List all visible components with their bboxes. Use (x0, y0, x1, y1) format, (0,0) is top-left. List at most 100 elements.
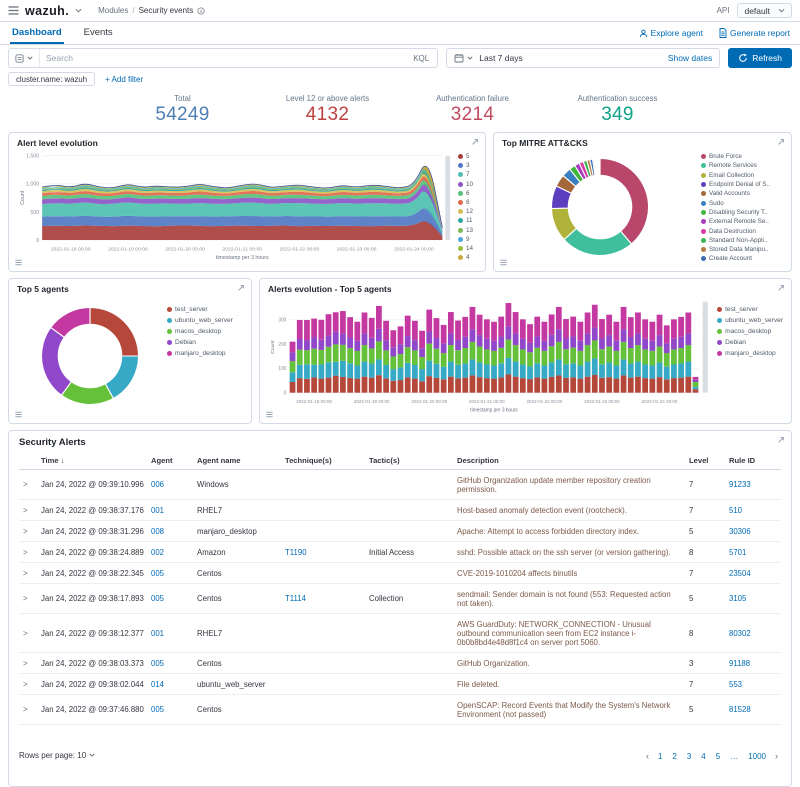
rule-id-link[interactable]: 81528 (729, 705, 751, 714)
rule-id-link[interactable]: 91233 (729, 480, 751, 489)
legend-item[interactable]: 6 (458, 189, 477, 198)
calendar-menu-button[interactable] (454, 53, 473, 63)
legend-item[interactable]: 13 (458, 226, 477, 235)
rule-id-link[interactable]: 30306 (729, 527, 751, 536)
legend-toggle-icon[interactable] (265, 410, 274, 419)
rule-id-link[interactable]: 5701 (729, 548, 746, 557)
legend-item[interactable]: ubuntu_web_server (717, 315, 783, 326)
legend-item[interactable]: Debian (717, 337, 783, 348)
expand-panel-icon[interactable] (237, 284, 245, 292)
legend-item[interactable]: macos_desktop (717, 326, 783, 337)
expand-row-icon[interactable]: > (23, 480, 28, 489)
search-input[interactable] (40, 53, 406, 63)
next-page-button[interactable]: › (772, 751, 781, 761)
saved-query-menu-button[interactable] (9, 49, 40, 67)
rule-id-link[interactable]: 80302 (729, 629, 751, 638)
legend-item[interactable]: Disabling Security T.. (701, 208, 783, 217)
agent-id-link[interactable]: 005 (151, 659, 164, 668)
generate-report-button[interactable]: Generate report (719, 28, 790, 38)
column-header[interactable]: Agent name (193, 452, 281, 470)
tab[interactable]: Dashboard (10, 22, 64, 44)
expand-panel-icon[interactable] (777, 436, 785, 444)
technique-link[interactable]: T1190 (285, 548, 307, 557)
legend-toggle-icon[interactable] (14, 258, 23, 267)
legend-item[interactable]: Endpoint Denial of S.. (701, 180, 783, 189)
legend-item[interactable]: test_server (167, 304, 243, 315)
rule-id-link[interactable]: 553 (729, 680, 742, 689)
expand-panel-icon[interactable] (471, 138, 479, 146)
legend-item[interactable]: macos_desktop (167, 326, 243, 337)
column-header[interactable]: Level (685, 452, 725, 470)
expand-row-icon[interactable]: > (23, 680, 28, 689)
expand-panel-icon[interactable] (777, 284, 785, 292)
legend-item[interactable]: 12 (458, 207, 477, 216)
query-language-toggle[interactable]: KQL (405, 54, 437, 63)
page-button[interactable]: … (726, 751, 742, 762)
rows-per-page-button[interactable]: Rows per page: 10 (19, 751, 95, 760)
legend-item[interactable]: Email Collection (701, 171, 783, 180)
page-button[interactable]: 4 (697, 751, 709, 762)
expand-row-icon[interactable]: > (23, 548, 28, 557)
agent-id-link[interactable]: 001 (151, 506, 164, 515)
column-header[interactable]: Time ↓ (37, 452, 147, 470)
legend-item[interactable]: 9 (458, 235, 477, 244)
add-filter-button[interactable]: + Add filter (105, 75, 143, 84)
legend-item[interactable]: test_server (717, 304, 783, 315)
expand-row-icon[interactable]: > (23, 527, 28, 536)
legend-toggle-icon[interactable] (499, 258, 508, 267)
agent-id-link[interactable]: 005 (151, 705, 164, 714)
rule-id-link[interactable]: 23504 (729, 569, 751, 578)
breadcrumb-modules[interactable]: Modules (98, 6, 128, 15)
column-header[interactable]: Technique(s) (281, 452, 365, 470)
expand-row-icon[interactable]: > (23, 594, 28, 603)
page-button[interactable]: 5 (712, 751, 724, 762)
legend-item[interactable]: 5 (458, 152, 477, 161)
agent-id-link[interactable]: 014 (151, 680, 164, 689)
page-button[interactable]: 1000 (744, 751, 770, 762)
legend-item[interactable]: 3 (458, 161, 477, 170)
menu-icon[interactable] (8, 6, 19, 15)
expand-panel-icon[interactable] (777, 138, 785, 146)
column-header[interactable]: Agent (147, 452, 193, 470)
agent-id-link[interactable]: 006 (151, 480, 164, 489)
refresh-button[interactable]: Refresh (728, 48, 792, 68)
legend-item[interactable]: Sudo (701, 198, 783, 207)
chevron-down-icon[interactable] (75, 8, 82, 13)
rule-id-link[interactable]: 510 (729, 506, 742, 515)
wazuh-logo[interactable]: wazuh. (25, 4, 69, 18)
legend-item[interactable]: manjaro_desktop (717, 348, 783, 359)
page-button[interactable]: 2 (668, 751, 680, 762)
info-icon[interactable] (197, 6, 205, 15)
rule-id-link[interactable]: 91188 (729, 659, 750, 668)
legend-item[interactable]: Data Destruction (701, 226, 783, 235)
legend-item[interactable]: 7 (458, 170, 477, 179)
column-header[interactable]: Rule ID (725, 452, 781, 470)
legend-item[interactable]: Create Account (701, 254, 783, 263)
legend-item[interactable]: 10 (458, 180, 477, 189)
tab[interactable]: Events (82, 22, 115, 44)
agent-id-link[interactable]: 005 (151, 594, 164, 603)
legend-item[interactable]: manjaro_desktop (167, 348, 243, 359)
legend-item[interactable]: Stored Data Manipu.. (701, 245, 783, 254)
technique-link[interactable]: T1114 (285, 594, 306, 603)
previous-page-button[interactable]: ‹ (643, 751, 652, 761)
legend-item[interactable]: 8 (458, 198, 477, 207)
legend-item[interactable]: 4 (458, 253, 477, 262)
legend-item[interactable]: 14 (458, 244, 477, 253)
expand-row-icon[interactable]: > (23, 506, 28, 515)
legend-item[interactable]: Brute Force (701, 152, 783, 161)
legend-item[interactable]: Remote Services (701, 161, 783, 170)
agent-id-link[interactable]: 002 (151, 548, 164, 557)
legend-item[interactable]: Valid Accounts (701, 189, 783, 198)
column-header[interactable]: Description (453, 452, 685, 470)
legend-item[interactable]: Standard Non-Appli.. (701, 236, 783, 245)
agent-id-link[interactable]: 008 (151, 527, 164, 536)
legend-item[interactable]: ubuntu_web_server (167, 315, 243, 326)
page-button[interactable]: 3 (683, 751, 695, 762)
legend-item[interactable]: 11 (458, 216, 477, 225)
expand-row-icon[interactable]: > (23, 705, 28, 714)
expand-row-icon[interactable]: > (23, 629, 28, 638)
time-range-value[interactable]: Last 7 days (479, 53, 522, 63)
legend-item[interactable]: Debian (167, 337, 243, 348)
filter-pill[interactable]: cluster.name: wazuh (8, 72, 96, 86)
